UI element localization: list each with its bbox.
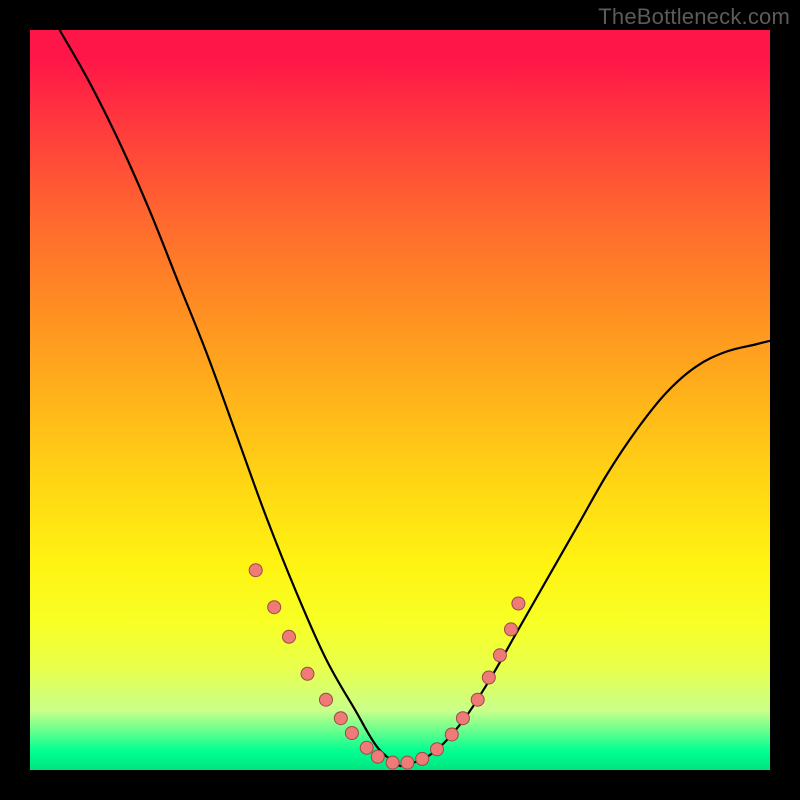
data-point <box>360 741 373 754</box>
curve-svg <box>30 30 770 770</box>
data-point <box>416 752 429 765</box>
data-point <box>493 649 506 662</box>
data-point <box>320 693 333 706</box>
data-point <box>505 623 518 636</box>
data-point <box>301 667 314 680</box>
plot-area <box>30 30 770 770</box>
data-point <box>445 728 458 741</box>
data-point <box>283 630 296 643</box>
data-point <box>482 671 495 684</box>
chart-frame: TheBottleneck.com <box>0 0 800 800</box>
dot-group <box>249 564 525 769</box>
data-point <box>249 564 262 577</box>
watermark-text: TheBottleneck.com <box>598 4 790 30</box>
data-point <box>401 756 414 769</box>
data-point <box>268 601 281 614</box>
data-point <box>431 743 444 756</box>
data-point <box>512 597 525 610</box>
curve-left <box>60 30 400 766</box>
curve-right <box>400 341 770 767</box>
data-point <box>334 712 347 725</box>
data-point <box>371 750 384 763</box>
data-point <box>386 756 399 769</box>
data-point <box>456 712 469 725</box>
data-point <box>471 693 484 706</box>
data-point <box>345 727 358 740</box>
